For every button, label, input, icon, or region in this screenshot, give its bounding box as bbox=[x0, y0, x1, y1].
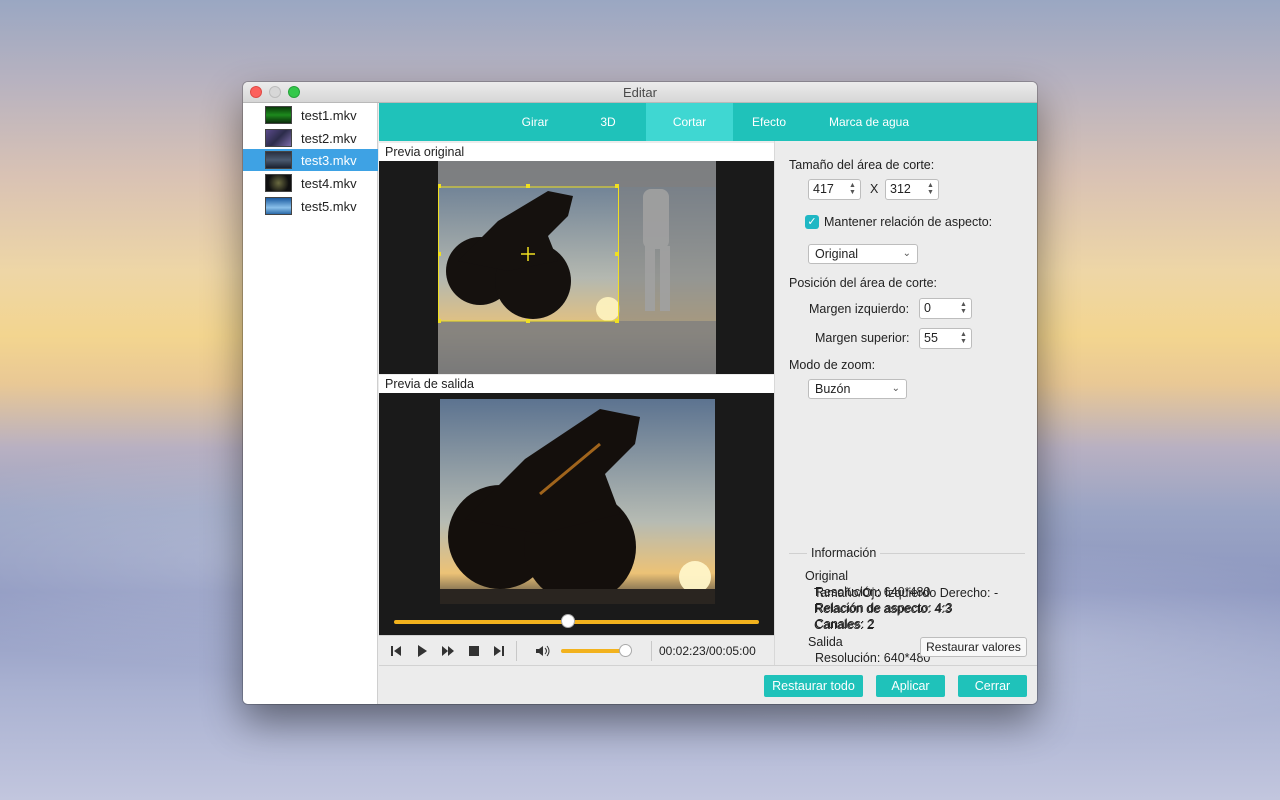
crop-position-label: Posición del área de corte: bbox=[789, 276, 938, 290]
file-label: test2.mkv bbox=[301, 131, 357, 146]
file-label: test5.mkv bbox=[301, 199, 357, 214]
video-thumbnail bbox=[265, 106, 292, 124]
volume-slider-handle[interactable] bbox=[619, 644, 632, 657]
zoom-window-button[interactable] bbox=[288, 86, 300, 98]
file-item-test1[interactable]: test1.mkv bbox=[243, 104, 378, 126]
divider bbox=[516, 641, 517, 661]
tab-cortar[interactable]: Cortar bbox=[646, 103, 733, 141]
output-preview-header: Previa de salida bbox=[379, 375, 774, 393]
keep-aspect-ratio-checkbox[interactable]: ✓ bbox=[805, 215, 819, 229]
crop-x-separator: X bbox=[870, 182, 879, 196]
file-label: test3.mkv bbox=[301, 153, 357, 168]
crop-height-stepper[interactable]: 312 ▲ ▼ bbox=[885, 179, 939, 200]
crop-width-stepper[interactable]: 417 ▲ ▼ bbox=[808, 179, 861, 200]
file-item-test4[interactable]: test4.mkv bbox=[243, 172, 378, 194]
apply-button[interactable]: Aplicar bbox=[876, 675, 945, 697]
output-preview-label: Previa de salida bbox=[385, 377, 474, 391]
play-icon[interactable] bbox=[415, 644, 429, 658]
zoom-mode-label: Modo de zoom: bbox=[789, 358, 876, 372]
zoom-mode-value: Buzón bbox=[815, 382, 851, 396]
crop-height-value: 312 bbox=[890, 182, 911, 196]
timecode: 00:02:23/00:05:00 bbox=[659, 644, 756, 658]
volume-slider[interactable] bbox=[561, 649, 626, 653]
divider bbox=[651, 641, 652, 661]
file-item-test2[interactable]: test2.mkv bbox=[243, 127, 378, 149]
output-channels: Canales: 2 bbox=[814, 618, 874, 632]
video-thumbnail bbox=[265, 151, 292, 169]
volume-icon[interactable] bbox=[535, 644, 551, 658]
chevron-down-icon: ⌄ bbox=[902, 248, 911, 259]
playback-progress-bar[interactable] bbox=[394, 620, 759, 624]
video-thumbnail bbox=[265, 197, 292, 215]
playback-controls: 00:02:23/00:05:00 bbox=[379, 635, 774, 665]
file-list: test1.mkv test2.mkv test3.mkv test4.mkv … bbox=[243, 103, 378, 704]
left-margin-stepper[interactable]: 0 ▲ ▼ bbox=[919, 298, 972, 319]
stepper-arrows-icon[interactable]: ▲ ▼ bbox=[927, 182, 934, 197]
original-video-frame bbox=[438, 161, 716, 374]
output-resolution: Resolución: 640*480 bbox=[815, 651, 931, 665]
stop-icon[interactable] bbox=[467, 644, 481, 658]
video-thumbnail bbox=[265, 129, 292, 147]
footer-bar: Restaurar todo Aplicar Cerrar bbox=[379, 665, 1037, 704]
stepper-arrows-icon[interactable]: ▲ ▼ bbox=[849, 182, 856, 197]
window-title: Editar bbox=[623, 85, 657, 100]
chevron-down-icon: ⌄ bbox=[891, 383, 900, 394]
original-preview-header: Previa original bbox=[379, 143, 774, 161]
aspect-ratio-value: Original bbox=[815, 247, 859, 261]
skip-to-end-icon[interactable] bbox=[492, 644, 506, 658]
reset-values-button[interactable]: Restaurar valores bbox=[920, 637, 1027, 657]
stepper-arrows-icon[interactable]: ▲ ▼ bbox=[960, 331, 967, 346]
top-margin-stepper[interactable]: 55 ▲ ▼ bbox=[919, 328, 972, 349]
edit-tab-bar: Girar 3D Cortar Efecto Marca de agua bbox=[379, 103, 1037, 141]
tab-marca-de-agua[interactable]: Marca de agua bbox=[819, 103, 919, 141]
info-title: Información bbox=[807, 546, 881, 560]
file-item-test3[interactable]: test3.mkv bbox=[243, 149, 378, 171]
crop-width-value: 417 bbox=[813, 182, 834, 196]
tab-girar[interactable]: Girar bbox=[507, 103, 563, 141]
aspect-ratio-select[interactable]: Original ⌄ bbox=[808, 244, 918, 264]
original-preview bbox=[379, 161, 774, 374]
left-margin-label: Margen izquierdo: bbox=[809, 302, 910, 316]
tab-efecto[interactable]: Efecto bbox=[739, 103, 799, 141]
tab-3d[interactable]: 3D bbox=[589, 103, 627, 141]
edit-window: Editar test1.mkv test2.mkv test3.mkv tes… bbox=[243, 82, 1037, 704]
skip-to-start-icon[interactable] bbox=[389, 644, 403, 658]
file-label: test1.mkv bbox=[301, 108, 357, 123]
output-video-frame bbox=[440, 399, 715, 604]
top-margin-label: Margen superior: bbox=[815, 331, 910, 345]
file-label: test4.mkv bbox=[301, 176, 357, 191]
playback-progress-handle[interactable] bbox=[561, 614, 575, 628]
original-preview-label: Previa original bbox=[385, 145, 465, 159]
stepper-arrows-icon[interactable]: ▲ ▼ bbox=[960, 301, 967, 316]
reset-all-button[interactable]: Restaurar todo bbox=[764, 675, 863, 697]
output-aspect-ratio: Relación de aspecto: 4:3 bbox=[814, 602, 952, 616]
left-margin-value: 0 bbox=[924, 301, 931, 315]
crop-size-label: Tamaño del área de corte: bbox=[789, 158, 935, 172]
output-heading: Salida bbox=[808, 635, 843, 649]
original-heading: Original bbox=[805, 569, 849, 583]
close-window-button[interactable] bbox=[250, 86, 262, 98]
top-margin-value: 55 bbox=[924, 331, 938, 345]
video-thumbnail bbox=[265, 174, 292, 192]
file-item-test5[interactable]: test5.mkv bbox=[243, 195, 378, 217]
output-preview bbox=[379, 393, 774, 635]
minimize-window-button[interactable] bbox=[269, 86, 281, 98]
close-button[interactable]: Cerrar bbox=[958, 675, 1027, 697]
fast-forward-icon[interactable] bbox=[441, 644, 455, 658]
title-bar: Editar bbox=[243, 82, 1037, 103]
zoom-mode-select[interactable]: Buzón ⌄ bbox=[808, 379, 907, 399]
output-eye-size: Tamaño/Ojo Izquierdo Derecho: - bbox=[814, 586, 999, 600]
keep-aspect-ratio-label: Mantener relación de aspecto: bbox=[824, 215, 993, 229]
